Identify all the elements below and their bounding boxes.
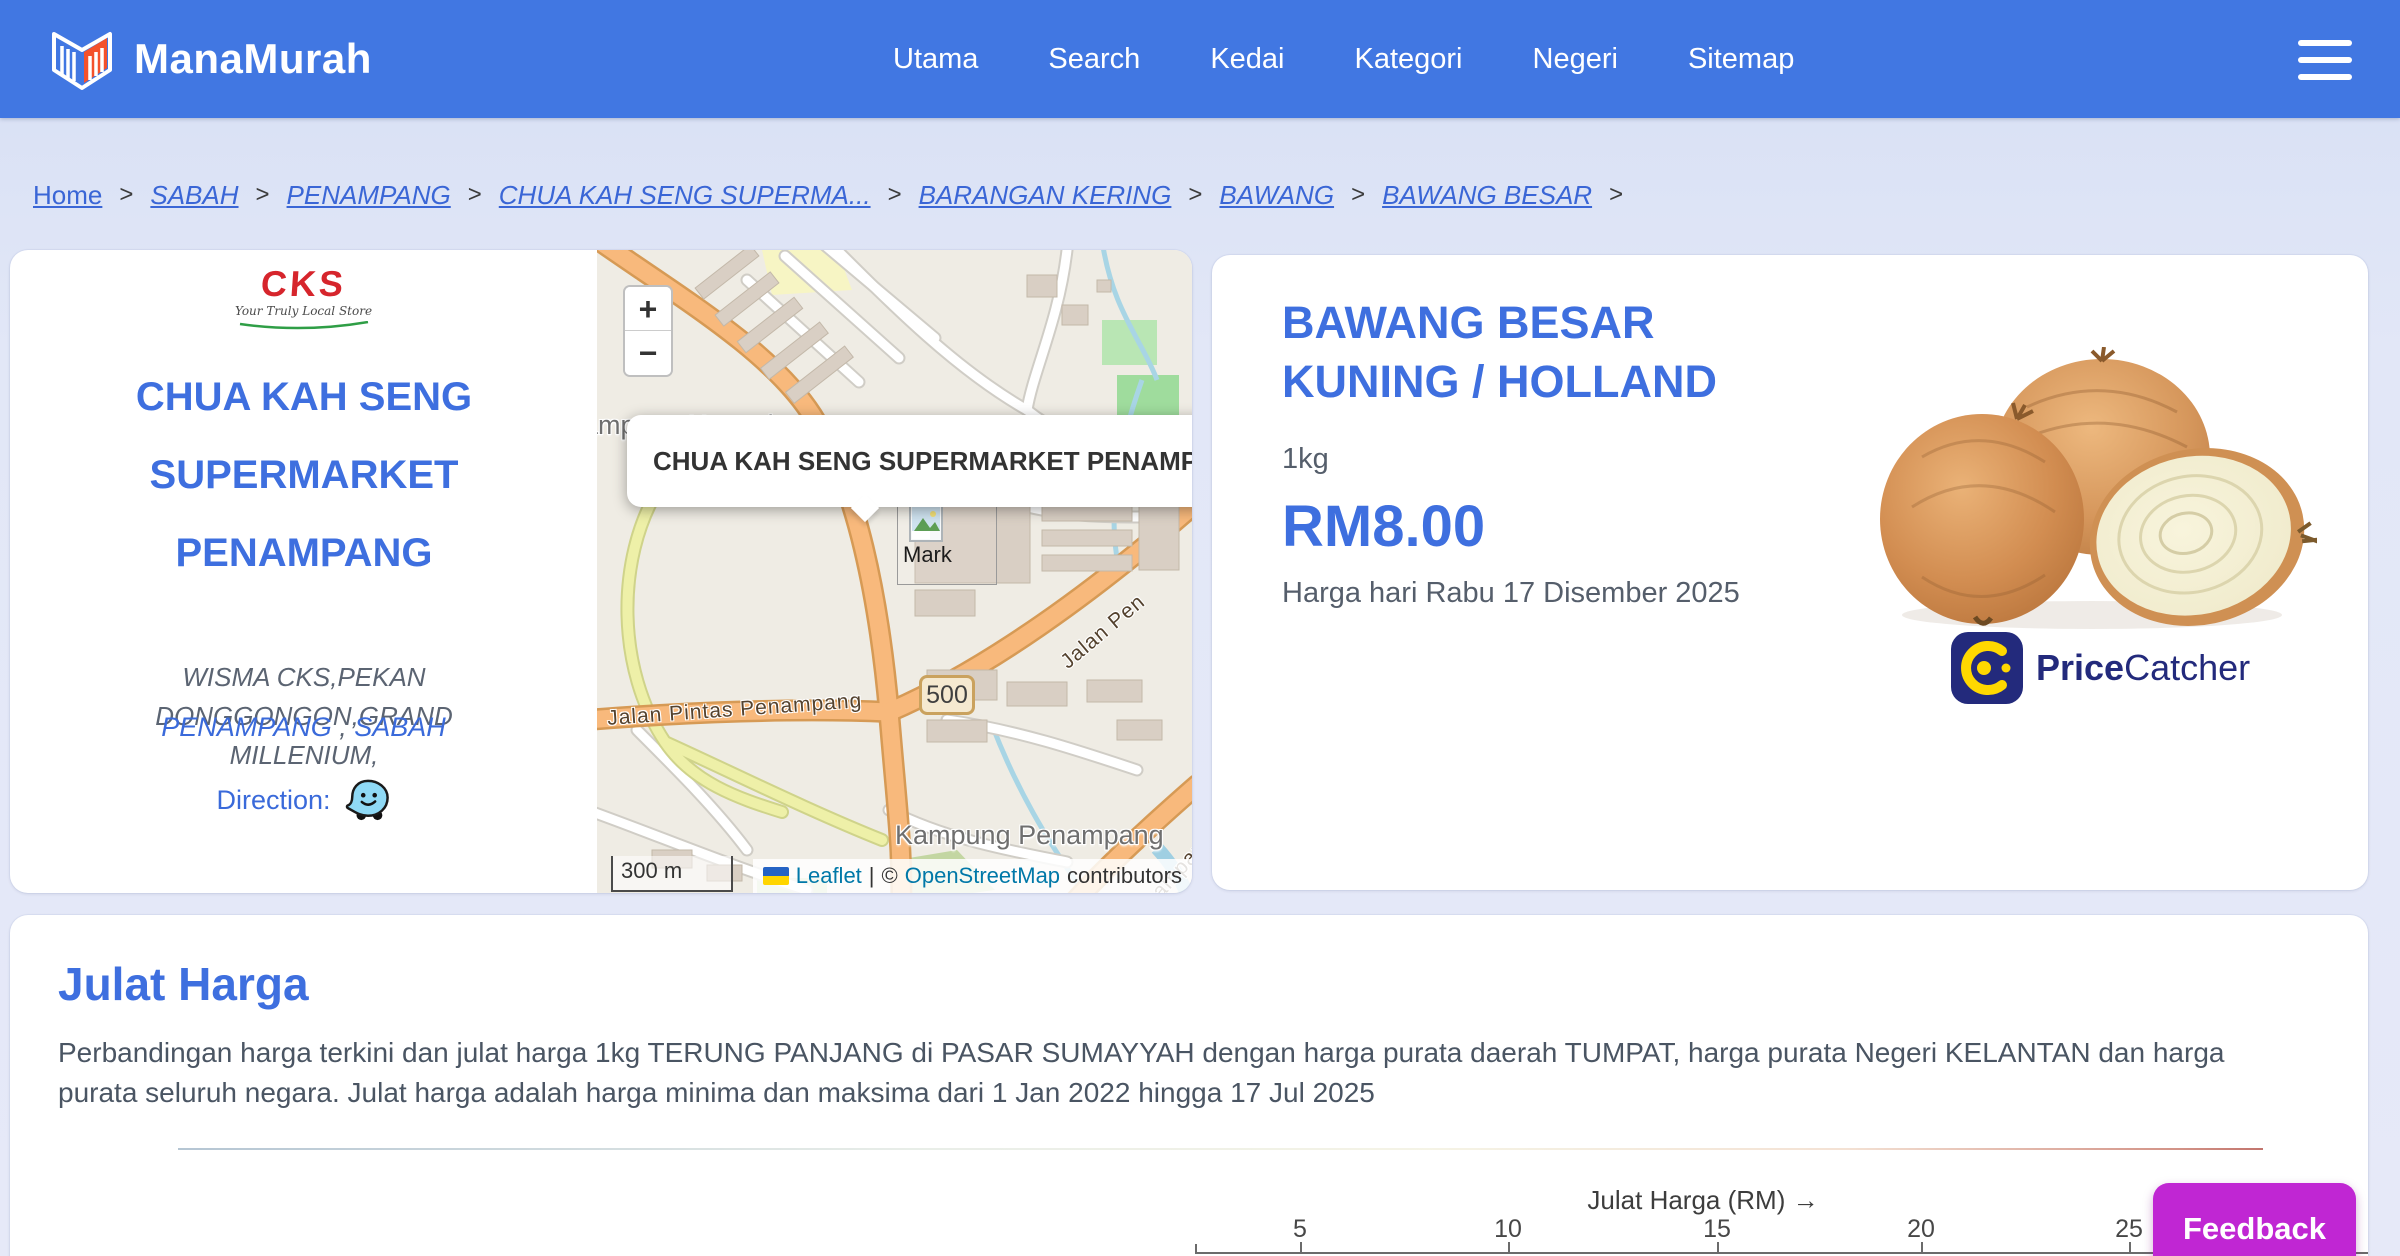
chart-gradient-line [178,1148,2263,1150]
breadcrumb-item[interactable]: BAWANG BESAR [1382,180,1592,211]
breadcrumb-separator: > [1188,181,1202,209]
cks-logo-text: CKS [10,266,598,302]
hamburger-menu-icon[interactable] [2298,40,2352,80]
zoom-in-button[interactable]: + [625,287,671,331]
axis-tick-mark [1921,1242,1923,1252]
nav-item-utama[interactable]: Utama [893,43,978,76]
map-zoom-control: + − [623,285,673,377]
nav-item-search[interactable]: Search [1048,43,1140,76]
map-marker-broken-image-icon[interactable] [909,504,943,542]
pricecatcher-logo: PriceCatcher [1950,631,2250,705]
page: ManaMurah Utama Search Kedai Kategori Ne… [0,0,2400,1256]
attribution-pipe: | [869,863,875,889]
axis-tick-10: 10 [1478,1215,1538,1244]
marker-alt-text: Mark [903,542,952,568]
price-range-heading: Julat Harga [58,957,309,1011]
axis-tick-mark [1717,1242,1719,1252]
breadcrumb-separator: > [888,181,902,209]
breadcrumb-state[interactable]: SABAH [150,180,238,211]
chart-axis-label: Julat Harga (RM) → [1403,1185,2003,1216]
breadcrumb-category[interactable]: BARANGAN KERING [919,180,1172,211]
store-name: CHUA KAH SENG SUPERMARKET PENAMPANG [94,358,514,592]
breadcrumb-separator: > [468,181,482,209]
breadcrumb-subcategory[interactable]: BAWANG [1219,180,1334,211]
breadcrumb-district[interactable]: PENAMPANG [287,180,451,211]
route-shield-500: 500 [919,675,975,715]
product-image-onions [1867,347,2317,632]
openstreetmap-link[interactable]: OpenStreetMap [905,863,1060,889]
navbar: ManaMurah Utama Search Kedai Kategori Ne… [0,0,2400,118]
breadcrumb-separator: > [1351,181,1365,209]
nav-item-sitemap[interactable]: Sitemap [1688,43,1794,76]
nav-item-negeri[interactable]: Negeri [1533,43,1618,76]
attribution-copyright: © [882,863,898,889]
zoom-out-button[interactable]: − [625,331,671,375]
map-attribution: Leaflet | © OpenStreetMap contributors [753,859,1192,893]
nav-item-kedai[interactable]: Kedai [1210,43,1284,76]
axis-tick-25: 25 [2099,1215,2159,1244]
breadcrumb-home[interactable]: Home [33,180,102,211]
map-popup-text: CHUA KAH SENG SUPERMARKET PENAMPANG [653,446,1192,477]
brand-link[interactable]: ManaMurah [46,0,372,118]
map-scale-bar: 300 m [611,856,733,892]
axis-tick-mark [1508,1242,1510,1252]
main-nav: Utama Search Kedai Kategori Negeri Sitem… [880,0,1794,118]
product-price-date: Harga hari Rabu 17 Disember 2025 [1282,577,1740,610]
breadcrumb-store[interactable]: CHUA KAH SENG SUPERMA... [499,180,871,211]
state-link[interactable]: SABAH [354,712,446,742]
axis-tick-20: 20 [1891,1215,1951,1244]
store-logo: CKS Your Truly Local Store [10,266,597,336]
cks-logo-tagline: Your Truly Local Store [10,304,597,318]
cks-logo-swoosh [238,318,370,336]
brand-name: ManaMurah [134,35,372,83]
direction-label[interactable]: Direction: [216,785,330,816]
price-range-description: Perbandingan harga terkini dan julat har… [58,1033,2238,1113]
feedback-button[interactable]: Feedback [2153,1183,2356,1256]
district-link[interactable]: PENAMPANG [161,712,332,742]
attribution-contributors: contributors [1067,863,1182,889]
axis-tick-mark [1300,1242,1302,1252]
pricecatcher-wordmark: PriceCatcher [2036,647,2250,689]
ukraine-flag-icon [763,867,789,885]
axis-tick-5: 5 [1270,1215,1330,1244]
comma-separator: , [339,712,347,742]
price-range-card: Julat Harga Perbandingan harga terkini d… [10,915,2368,1256]
product-card: BAWANG BESAR KUNING / HOLLAND 1kg RM8.00… [1212,255,2368,890]
breadcrumb-separator: > [256,181,270,209]
map-tiles [597,250,1192,893]
breadcrumb: Home > SABAH > PENAMPANG > CHUA KAH SENG… [0,168,2400,222]
leaflet-link[interactable]: Leaflet [796,863,862,889]
pricecatcher-icon [1950,631,2024,705]
manamurah-logo-icon [46,26,118,92]
axis-tick-mark [2129,1242,2131,1252]
waze-icon[interactable] [345,778,391,822]
map[interactable]: Kampung Hungab Kampung Penampang Jalan P… [597,250,1192,893]
store-location-links: PENAMPANG , SABAH [10,712,597,743]
axis-tick-15: 15 [1687,1215,1747,1244]
map-label-kampung-penampang: Kampung Penampang [895,820,1164,851]
store-info: CKS Your Truly Local Store CHUA KAH SENG… [10,250,597,893]
direction-row: Direction: [10,778,597,822]
product-price: RM8.00 [1282,493,1485,560]
map-popup: CHUA KAH SENG SUPERMARKET PENAMPANG [627,415,1192,507]
store-card: CKS Your Truly Local Store CHUA KAH SENG… [10,250,1192,893]
nav-item-kategori[interactable]: Kategori [1354,43,1462,76]
breadcrumb-separator: > [1609,181,1623,209]
product-unit: 1kg [1282,443,1329,476]
breadcrumb-separator: > [119,181,133,209]
product-name: BAWANG BESAR KUNING / HOLLAND [1282,293,1782,412]
